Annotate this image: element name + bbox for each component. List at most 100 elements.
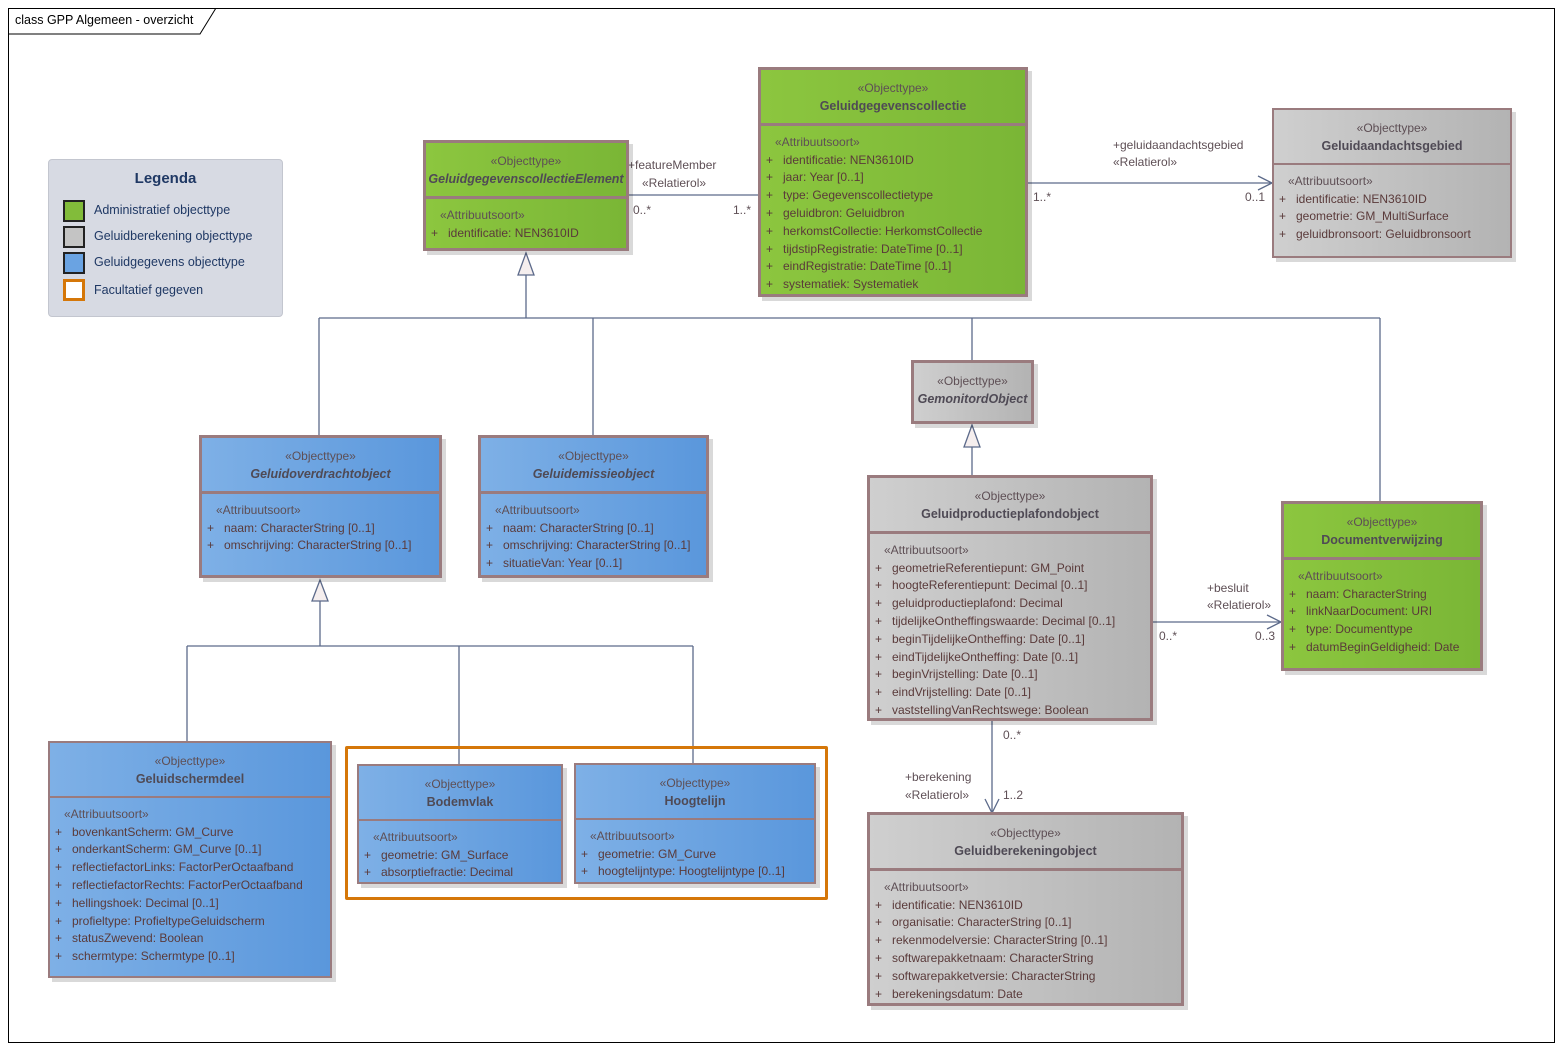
- attribute-row[interactable]: + geometrie: GM_MultiSurface: [1274, 208, 1510, 226]
- attribute-text: tijdelijkeOntheffingswaarde: Decimal [0.…: [892, 613, 1116, 628]
- class-documentverwijzing[interactable]: «Objecttype» Documentverwijzing «Attribuut…: [1281, 501, 1483, 671]
- attribute-row[interactable]: + naam: CharacterString [0..1]: [202, 520, 439, 538]
- attribute-compartment: «Attribuutsoort» + identificatie: NEN3610I…: [761, 126, 1025, 300]
- attribute-compartment: «Attribuutsoort» + bovenkantScherm: GM_Cur…: [50, 798, 330, 972]
- attribute-stereotype: «Attribuutsoort»: [590, 829, 675, 843]
- attribute-row[interactable]: + eindVrijstelling: Date [0..1]: [870, 684, 1150, 702]
- class-hoogtelijn[interactable]: «Objecttype» Hoogtelijn «Attribuutsoort» + g…: [574, 763, 816, 884]
- class-header: «Objecttype» Geluidgegevenscollectie: [761, 70, 1025, 126]
- class-name: Geluidgegevenscollectie: [819, 99, 967, 113]
- attribute-row[interactable]: + identificatie: NEN3610ID: [761, 152, 1025, 170]
- attribute-text: softwarepakketnaam: CharacterString: [892, 950, 1094, 965]
- attribute-row[interactable]: + bovenkantScherm: GM_Curve: [50, 824, 330, 842]
- attribute-row[interactable]: + hellingshoek: Decimal [0..1]: [50, 895, 330, 913]
- attribute-row[interactable]: + eindRegistratie: DateTime [0..1]: [761, 258, 1025, 276]
- visibility-public-icon: +: [875, 968, 883, 983]
- class-geluidoverdrachtobject[interactable]: «Objecttype» Geluidoverdrachtobject «Attri…: [199, 435, 442, 578]
- attribute-row[interactable]: + tijdstipRegistratie: DateTime [0..1]: [761, 241, 1025, 259]
- legend-title: Legenda: [134, 170, 197, 187]
- attribute-row[interactable]: + absorptiefractie: Decimal: [359, 864, 561, 882]
- attribute-row[interactable]: + schermtype: Schermtype [0..1]: [50, 948, 330, 966]
- attribute-stereotype: «Attribuutsoort»: [775, 135, 860, 149]
- attribute-row[interactable]: + naam: CharacterString: [1284, 586, 1480, 604]
- attribute-row[interactable]: + identificatie: NEN3610ID: [426, 225, 626, 243]
- class-geluidberekeningobject[interactable]: «Objecttype» Geluidberekeningobject «Attri…: [867, 812, 1184, 1006]
- attribute-text: eindVrijstelling: Date [0..1]: [892, 685, 1031, 700]
- attribute-row[interactable]: + eindTijdelijkeOntheffing: Date [0..1]: [870, 649, 1150, 667]
- attribute-row[interactable]: + type: Documenttype: [1284, 621, 1480, 639]
- attribute-row[interactable]: + omschrijving: CharacterString [0..1]: [202, 537, 439, 555]
- attribute-text: geometrie: GM_Surface: [381, 847, 509, 862]
- class-geluidgegevenscollectie-element[interactable]: «Objecttype» GeluidgegevenscollectieEleme…: [423, 140, 629, 251]
- attribute-text: tijdstipRegistratie: DateTime [0..1]: [783, 241, 963, 256]
- attribute-compartment: «Attribuutsoort» + naam: CharacterString + l…: [1284, 560, 1480, 663]
- attribute-row[interactable]: + beginVrijstelling: Date [0..1]: [870, 666, 1150, 684]
- class-stereotype: «Objecttype»: [1356, 121, 1428, 135]
- attribute-row[interactable]: + linkNaarDocument: URI: [1284, 603, 1480, 621]
- class-gemonitord-object[interactable]: «Objecttype» GemonitordObject: [911, 360, 1034, 424]
- attribute-row[interactable]: + geluidbronsoort: Geluidbronsoort: [1274, 226, 1510, 244]
- attribute-row[interactable]: + datumBeginGeldigheid: Date: [1284, 639, 1480, 657]
- attribute-row[interactable]: + geometrieReferentiepunt: GM_Point: [870, 560, 1150, 578]
- attribute-row[interactable]: + organisatie: CharacterString [0..1]: [870, 914, 1181, 932]
- attribute-text: geluidbron: Geluidbron: [783, 205, 905, 220]
- class-header: «Objecttype» GeluidgegevenscollectieEleme…: [426, 143, 626, 199]
- class-header: «Objecttype» Geluidproductieplafondobject: [870, 478, 1150, 534]
- attribute-row[interactable]: + hoogteReferentiepunt: Decimal [0..1]: [870, 577, 1150, 595]
- attribute-row[interactable]: + berekeningsdatum: Date: [870, 986, 1181, 1004]
- class-geluidproductieplafondobject[interactable]: «Objecttype» Geluidproductieplafondobject…: [867, 475, 1153, 721]
- attribute-row[interactable]: + tijdelijkeOntheffingswaarde: Decimal [0…: [870, 613, 1150, 631]
- class-bodemvlak[interactable]: «Objecttype» Bodemvlak «Attribuutsoort» + ge…: [357, 764, 563, 884]
- attribute-text: eindTijdelijkeOntheffing: Date [0..1]: [892, 649, 1079, 664]
- class-stereotype: «Objecttype»: [857, 81, 929, 95]
- attribute-text: identificatie: NEN3610ID: [448, 225, 579, 240]
- attribute-text: statusZwevend: Boolean: [72, 931, 204, 946]
- attribute-row[interactable]: + geluidbron: Geluidbron: [761, 205, 1025, 223]
- legend-swatch-green: [63, 200, 85, 222]
- attribute-row[interactable]: + type: Gegevenscollectietype: [761, 187, 1025, 205]
- attribute-row[interactable]: + onderkantScherm: GM_Curve [0..1]: [50, 841, 330, 859]
- visibility-public-icon: +: [875, 897, 883, 912]
- attribute-row[interactable]: + situatieVan: Year [0..1]: [481, 555, 706, 573]
- attribute-row[interactable]: + reflectiefactorLinks: FactorPerOctaafba…: [50, 859, 330, 877]
- attribute-row[interactable]: + geluidproductieplafond: Decimal: [870, 595, 1150, 613]
- attribute-row[interactable]: + jaar: Year [0..1]: [761, 169, 1025, 187]
- attribute-text: beginVrijstelling: Date [0..1]: [892, 667, 1038, 682]
- visibility-public-icon: +: [875, 649, 883, 664]
- visibility-public-icon: +: [875, 933, 883, 948]
- attribute-row[interactable]: + profieltype: ProfieltypeGeluidscherm: [50, 913, 330, 931]
- attribute-row[interactable]: + herkomstCollectie: HerkomstCollectie: [761, 223, 1025, 241]
- class-geluidschermdeel[interactable]: «Objecttype» Geluidschermdeel «Attribuutso…: [48, 741, 332, 978]
- attribute-row[interactable]: + identificatie: NEN3610ID: [870, 897, 1181, 915]
- visibility-public-icon: +: [766, 188, 774, 203]
- class-header: «Objecttype» Geluidschermdeel: [50, 743, 330, 798]
- legend-swatch-orange-outline: [63, 279, 85, 301]
- visibility-public-icon: +: [1279, 227, 1287, 242]
- attribute-row[interactable]: + omschrijving: CharacterString [0..1]: [481, 537, 706, 555]
- assoc-aandachtsgebied-target-mult: 0..1: [1245, 190, 1266, 204]
- attribute-row[interactable]: + geometrie: GM_Curve: [576, 846, 814, 864]
- class-geluidemissieobject[interactable]: «Objecttype» Geluidemissieobject «Attribuu…: [478, 435, 709, 578]
- class-geluidgegevenscollectie[interactable]: «Objecttype» Geluidgegevenscollectie «Attr…: [758, 67, 1028, 297]
- attribute-row[interactable]: + beginTijdelijkeOntheffing: Date [0..1]: [870, 631, 1150, 649]
- attribute-row[interactable]: + hoogtelijntype: Hoogtelijntype [0..1]: [576, 863, 814, 881]
- attribute-row[interactable]: + vaststellingVanRechtswege: Boolean: [870, 702, 1150, 720]
- attribute-row[interactable]: + softwarepakketnaam: CharacterString: [870, 950, 1181, 968]
- class-name: Bodemvlak: [426, 795, 494, 809]
- attribute-row[interactable]: + reflectiefactorRechts: FactorPerOctaafb…: [50, 877, 330, 895]
- attribute-row[interactable]: + rekenmodelversie: CharacterString [0..1…: [870, 932, 1181, 950]
- visibility-public-icon: +: [1289, 586, 1297, 601]
- attribute-row[interactable]: + systematiek: Systematiek: [761, 276, 1025, 294]
- attribute-row[interactable]: + statusZwevend: Boolean: [50, 930, 330, 948]
- attribute-row[interactable]: + softwarepakketversie: CharacterString: [870, 968, 1181, 986]
- generalization-arrowhead-collectie-element: [517, 251, 535, 276]
- class-geluidaandachtsgebied[interactable]: «Objecttype» Geluidaandachtsgebied «Attrib…: [1272, 108, 1512, 258]
- attribute-stereotype: «Attribuutsoort»: [1298, 569, 1383, 583]
- class-header: «Objecttype» Hoogtelijn: [576, 765, 814, 820]
- attribute-row[interactable]: + geometrie: GM_Surface: [359, 847, 561, 865]
- attribute-text: situatieVan: Year [0..1]: [503, 556, 623, 571]
- attribute-text: berekeningsdatum: Date: [892, 986, 1023, 1001]
- attribute-row[interactable]: + naam: CharacterString [0..1]: [481, 520, 706, 538]
- generalization-arrowhead-overdracht: [311, 578, 329, 602]
- attribute-row[interactable]: + identificatie: NEN3610ID: [1274, 191, 1510, 209]
